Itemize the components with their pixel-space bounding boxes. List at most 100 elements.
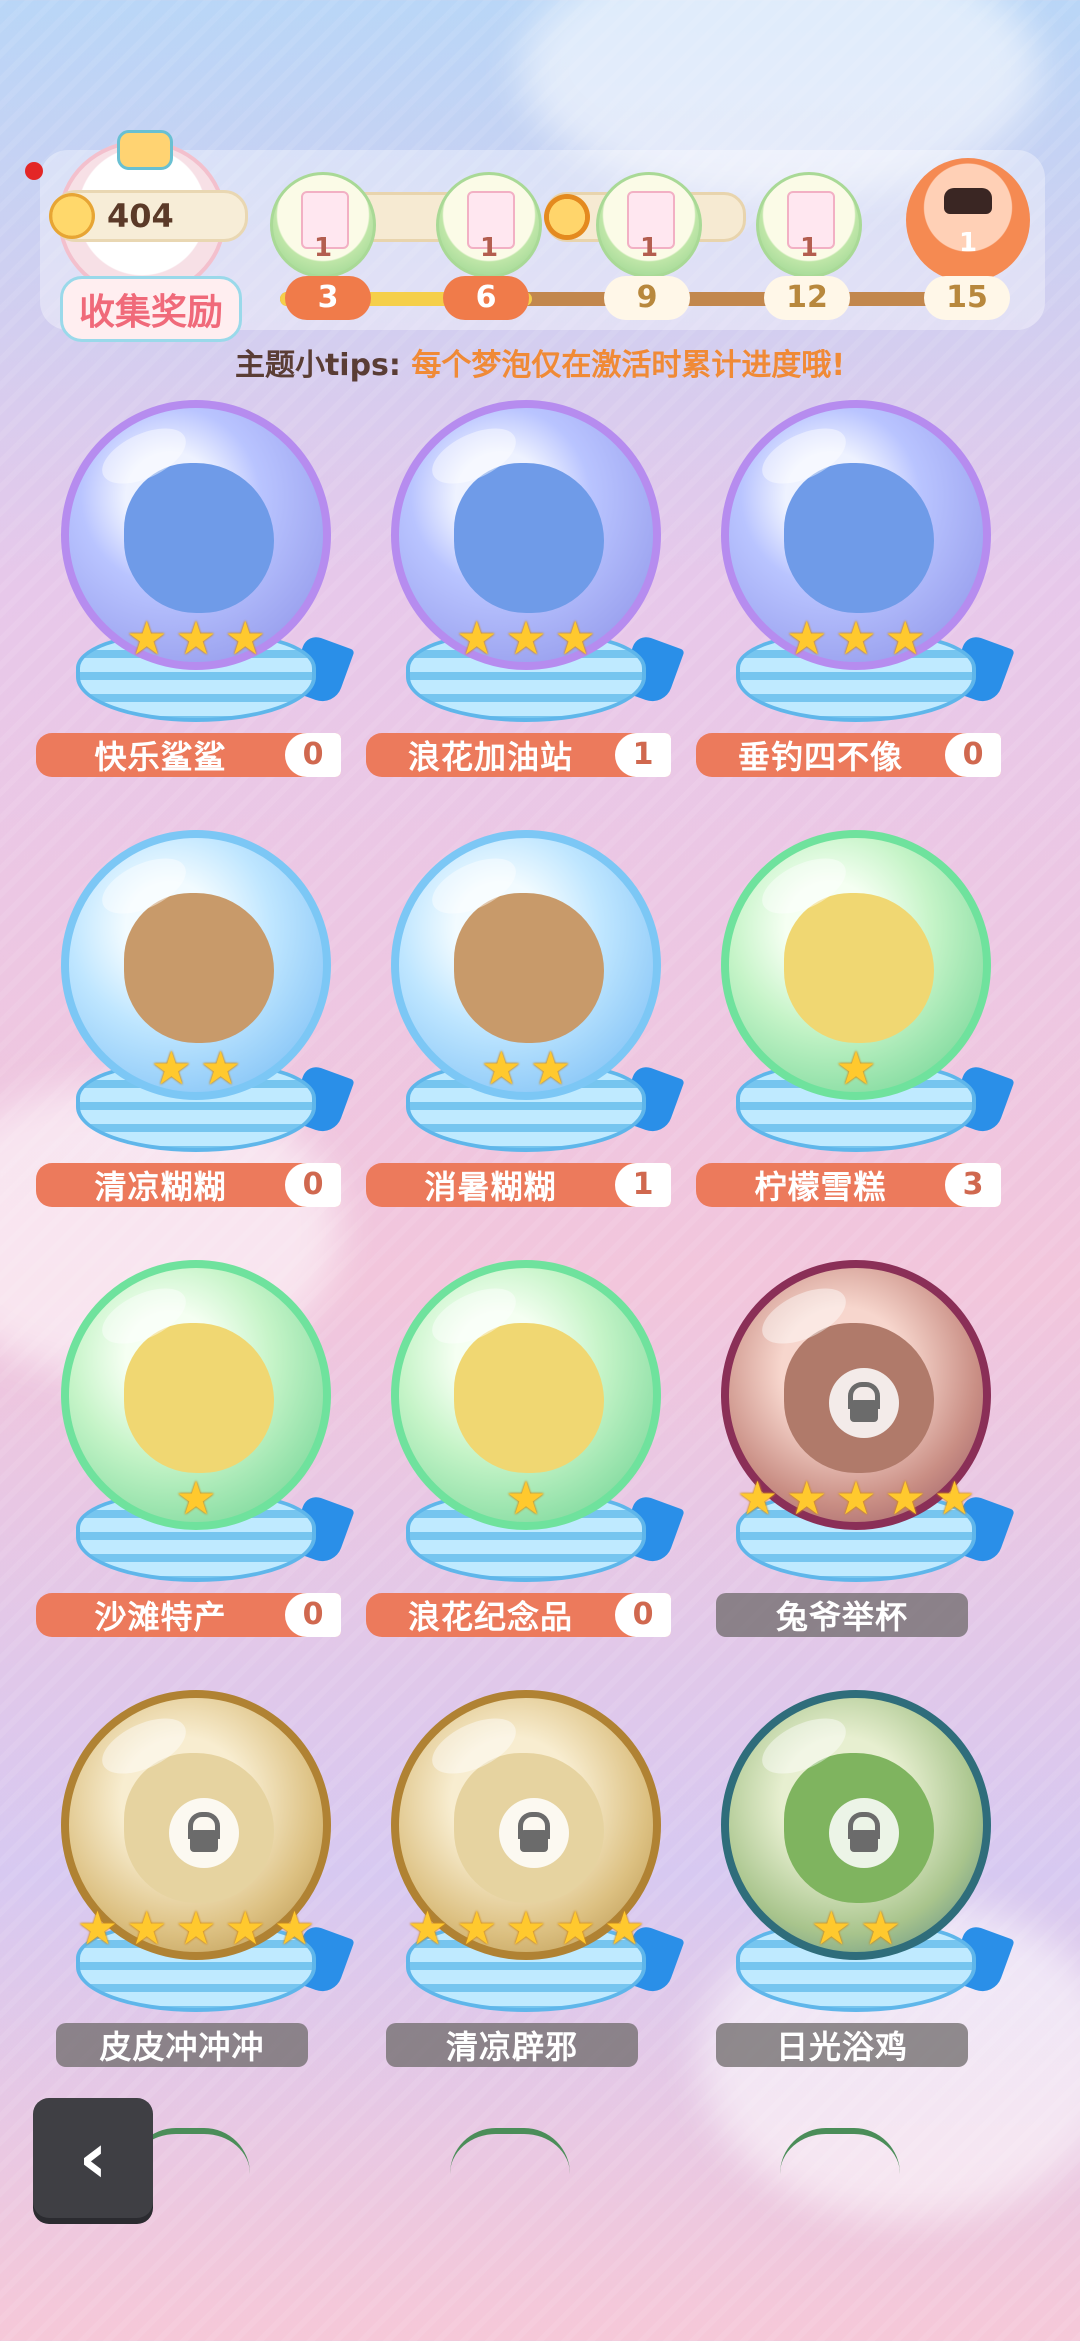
- milestone-node: 9: [604, 276, 690, 320]
- reward-count: 1: [639, 233, 659, 263]
- dream-bubble: ★: [706, 830, 1015, 1160]
- star-icon: ★: [786, 1471, 828, 1525]
- item-name: 日光浴鸡: [775, 2028, 908, 2066]
- collection-item[interactable]: ★ ★ ★ 快乐鲨鲨 0: [36, 400, 356, 800]
- star-rating: ★ ★ ★: [376, 615, 676, 661]
- item-count: 0: [945, 733, 1001, 777]
- star-icon: ★: [224, 611, 266, 665]
- star-icon: ★: [175, 1471, 217, 1525]
- reward-count: 1: [313, 233, 333, 263]
- item-count: 0: [615, 1593, 671, 1637]
- star-icon: ★: [406, 1901, 449, 1955]
- character-figure: [124, 463, 274, 613]
- collection-reward-title: 收集奖励: [60, 276, 243, 342]
- dream-bubble: ★ ★ ★: [706, 400, 1015, 730]
- collection-item[interactable]: ★ 浪花纪念品 0: [366, 1260, 686, 1660]
- item-count: 0: [285, 1163, 341, 1207]
- star-rating: ★ ★: [376, 1045, 676, 1091]
- milestone-node: 12: [764, 276, 850, 320]
- item-label: 兔爷举杯: [716, 1593, 968, 1637]
- star-icon: ★: [603, 1901, 646, 1955]
- collection-item[interactable]: ★ 柠檬雪糕 3: [696, 830, 1016, 1230]
- dream-bubble: ★: [46, 1260, 355, 1590]
- item-count: 0: [285, 733, 341, 777]
- collection-item[interactable]: ★ ★ 清凉糊糊 0: [36, 830, 356, 1230]
- milestone-node: 6: [443, 276, 529, 320]
- star-icon: ★: [200, 1041, 242, 1095]
- star-icon: ★: [786, 611, 828, 665]
- star-icon: ★: [933, 1471, 976, 1525]
- item-label: 垂钓四不像 0: [696, 733, 1001, 777]
- collection-item[interactable]: ★ ★ ★ ★ ★ 兔爷举杯: [696, 1260, 1016, 1660]
- reward-milestone-3[interactable]: 1: [270, 172, 376, 278]
- lock-icon: [169, 1798, 239, 1868]
- bow-icon: [117, 130, 173, 170]
- back-button[interactable]: ‹: [33, 2098, 153, 2218]
- reward-milestone-9[interactable]: 1: [596, 172, 702, 278]
- item-name: 皮皮冲冲冲: [99, 2028, 265, 2066]
- lock-icon: [499, 1798, 569, 1868]
- star-icon: ★: [860, 1901, 902, 1955]
- item-name: 兔爷举杯: [775, 1598, 908, 1636]
- reward-milestone-15[interactable]: 1: [906, 158, 1030, 282]
- star-rating: ★ ★ ★ ★ ★: [46, 1905, 346, 1951]
- character-figure: [784, 463, 934, 613]
- star-icon: ★: [456, 1901, 498, 1955]
- collection-item[interactable]: ★ ★ 日光浴鸡: [696, 1690, 1016, 2090]
- star-icon: ★: [273, 1901, 316, 1955]
- item-name: 消暑糊糊: [424, 1168, 557, 1206]
- star-icon: ★: [810, 1901, 852, 1955]
- star-icon: ★: [554, 611, 596, 665]
- collection-item[interactable]: ★ ★ ★ ★ ★ 皮皮冲冲冲: [36, 1690, 356, 2090]
- star-icon: ★: [736, 1471, 779, 1525]
- dream-bubble: ★ ★ ★: [46, 400, 355, 730]
- item-label: 浪花纪念品 0: [366, 1593, 671, 1637]
- lock-icon: [829, 1368, 899, 1438]
- star-icon: ★: [126, 611, 168, 665]
- reward-count: 1: [479, 233, 499, 263]
- item-label: 日光浴鸡: [716, 2023, 968, 2067]
- notification-dot: [25, 162, 43, 180]
- star-icon: ★: [224, 1901, 266, 1955]
- dream-bubble: ★ ★: [46, 830, 355, 1160]
- coin-counter: 404: [49, 190, 248, 242]
- item-count: 1: [615, 1163, 671, 1207]
- collection-item[interactable]: ★ ★ 消暑糊糊 1: [366, 830, 686, 1230]
- reward-milestone-12[interactable]: 1: [756, 172, 862, 278]
- reward-count: 1: [958, 228, 978, 258]
- token-icon: [544, 194, 590, 240]
- dream-bubble: ★ ★ ★ ★ ★: [706, 1260, 1015, 1590]
- star-icon: ★: [835, 611, 877, 665]
- star-icon: ★: [175, 611, 217, 665]
- item-label: 沙滩特产 0: [36, 1593, 341, 1637]
- reward-milestone-6[interactable]: 1: [436, 172, 542, 278]
- back-arrow-icon: ‹: [78, 2117, 108, 2199]
- tips-value: 每个梦泡仅在激活时累计进度哦!: [411, 348, 846, 383]
- collection-item[interactable]: ★ 沙滩特产 0: [36, 1260, 356, 1660]
- reward-count: 1: [799, 233, 819, 263]
- star-icon: ★: [505, 1471, 547, 1525]
- item-name: 快乐鲨鲨: [94, 738, 227, 776]
- star-icon: ★: [175, 1901, 217, 1955]
- item-name: 浪花纪念品: [407, 1598, 573, 1636]
- collection-item[interactable]: ★ ★ ★ ★ ★ 清凉辟邪: [366, 1690, 686, 2090]
- character-figure: [454, 893, 604, 1043]
- dream-bubble: ★ ★ ★: [376, 400, 685, 730]
- star-icon: ★: [456, 611, 498, 665]
- star-icon: ★: [554, 1901, 596, 1955]
- collection-item[interactable]: ★ ★ ★ 垂钓四不像 0: [696, 400, 1016, 800]
- star-rating: ★: [46, 1475, 346, 1521]
- character-figure: [454, 463, 604, 613]
- item-name: 沙滩特产: [94, 1598, 227, 1636]
- lock-icon: [829, 1798, 899, 1868]
- item-label: 浪花加油站 1: [366, 733, 671, 777]
- tips-key: 主题小tips:: [234, 348, 401, 383]
- coin-value: 404: [107, 197, 174, 235]
- star-rating: ★: [376, 1475, 676, 1521]
- star-icon: ★: [530, 1041, 572, 1095]
- dream-bubble: ★ ★ ★ ★ ★: [376, 1690, 685, 2020]
- star-icon: ★: [884, 1471, 926, 1525]
- collection-item[interactable]: ★ ★ ★ 浪花加油站 1: [366, 400, 686, 800]
- item-count: 3: [945, 1163, 1001, 1207]
- milestone-node: 3: [285, 276, 371, 320]
